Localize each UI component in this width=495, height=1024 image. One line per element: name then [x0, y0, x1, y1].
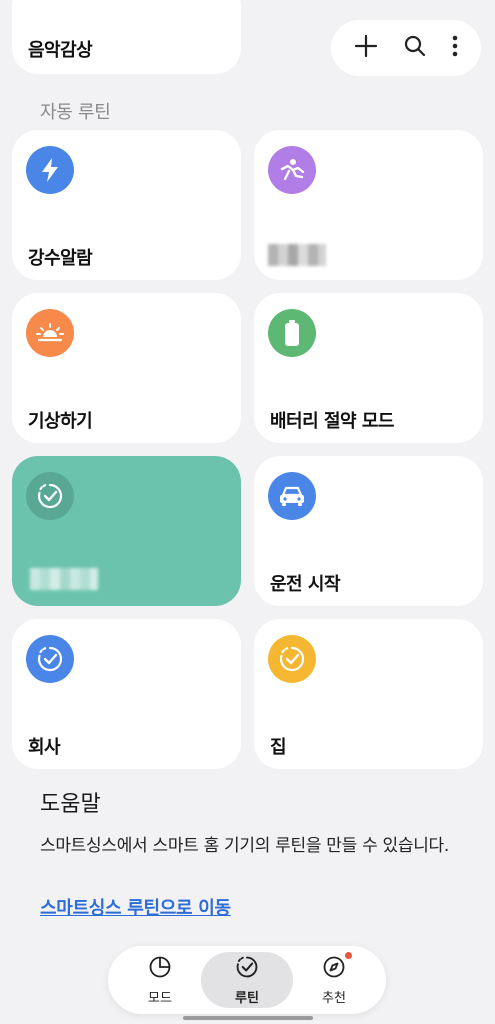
routine-card-wake-up[interactable]: 기상하기	[12, 293, 241, 443]
car-icon	[268, 472, 316, 520]
home-indicator	[183, 1016, 313, 1020]
nav-label: 루틴	[235, 990, 259, 1006]
nav-tab-routines[interactable]: 루틴	[201, 952, 293, 1008]
nav-tab-modes[interactable]: 모드	[114, 952, 206, 1008]
nav-tab-discover[interactable]: 추천	[288, 951, 380, 1008]
search-icon[interactable]	[403, 34, 427, 62]
routine-card-home[interactable]: 집	[254, 619, 483, 769]
section-title-auto-routines: 자동 루틴	[40, 102, 111, 123]
routine-card-label: 집	[270, 737, 287, 758]
routine-card-battery-saver[interactable]: 배터리 절약 모드	[254, 293, 483, 443]
notification-badge	[345, 951, 352, 959]
top-action-bar	[331, 20, 481, 76]
routine-check-icon	[26, 472, 74, 520]
routine-card-label: 음악감상	[28, 40, 93, 61]
routine-card-office[interactable]: 회사	[12, 619, 241, 769]
routine-card-label: 배터리 절약 모드	[270, 411, 394, 432]
lightning-icon	[26, 146, 74, 194]
routine-card-driving[interactable]: 운전 시작	[254, 456, 483, 606]
nav-label: 모드	[148, 990, 172, 1006]
bottom-navigation: 모드 루틴 추천	[108, 946, 386, 1014]
routine-card-label: 기상하기	[28, 411, 93, 432]
running-person-icon	[268, 146, 316, 194]
routine-card-rain-alarm[interactable]: 강수알람	[12, 130, 241, 280]
routine-card-exercise[interactable]	[254, 130, 483, 280]
sunrise-icon	[26, 309, 74, 357]
routine-card-label: 운전 시작	[270, 574, 341, 595]
nav-label: 추천	[322, 990, 346, 1006]
more-vertical-icon[interactable]	[451, 34, 459, 62]
compass-icon	[322, 951, 352, 983]
mode-pie-icon	[148, 955, 172, 983]
obscured-label	[268, 244, 326, 266]
smartthings-routines-link[interactable]: 스마트싱스 루틴으로 이동	[40, 894, 231, 920]
help-description: 스마트싱스에서 스마트 홈 기기의 루틴을 만들 수 있습니다.	[40, 836, 449, 856]
routine-card-label: 강수알람	[28, 248, 93, 269]
routine-card-active[interactable]	[12, 456, 241, 606]
plus-icon[interactable]	[353, 33, 379, 63]
help-title: 도움말	[40, 792, 101, 817]
routine-check-icon	[26, 635, 74, 683]
obscured-label	[30, 568, 98, 590]
battery-icon	[268, 309, 316, 357]
routine-check-icon	[235, 955, 259, 983]
routine-card-label: 회사	[28, 737, 61, 758]
routine-check-icon	[268, 635, 316, 683]
routine-card-music[interactable]: 음악감상	[12, 0, 241, 74]
